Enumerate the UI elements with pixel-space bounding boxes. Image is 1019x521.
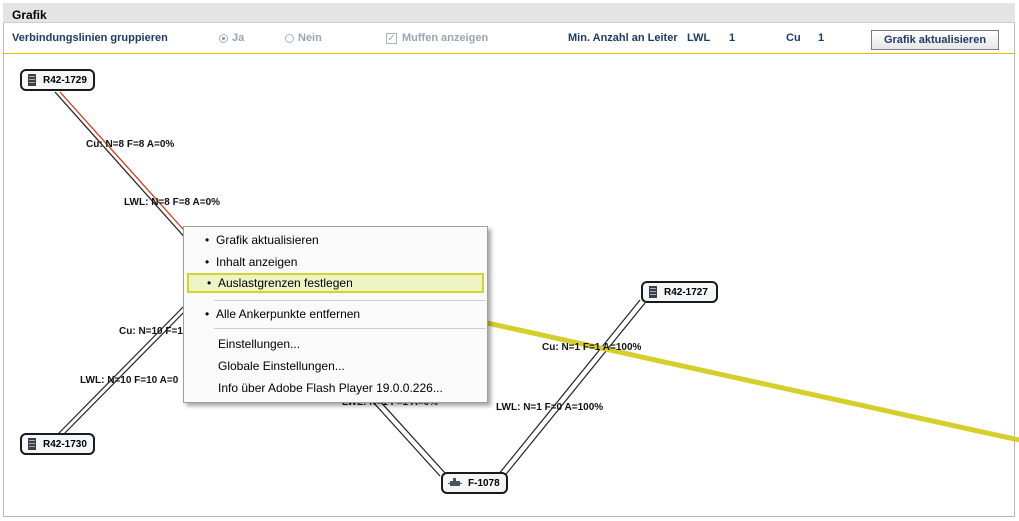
menu-item-refresh-graph[interactable]: • Grafik aktualisieren (184, 230, 487, 250)
edge-r1730[interactable] (57, 299, 195, 437)
node-label: R42-1729 (43, 74, 87, 86)
graph-canvas (54, 91, 1019, 479)
menu-separator (214, 300, 486, 301)
menu-item-global-settings[interactable]: Globale Einstellungen... (184, 356, 487, 376)
menu-separator (214, 328, 486, 329)
menu-item-show-content[interactable]: • Inhalt anzeigen (184, 252, 487, 272)
edge-f1078-left[interactable] (372, 398, 446, 477)
edge-label-cu-1729: Cu: N=8 F=8 A=0% (86, 139, 175, 150)
rack-icon (27, 438, 37, 450)
node-label: F-1078 (468, 477, 500, 489)
edge-r1727[interactable] (497, 299, 646, 479)
edge-label-cu-1727: Cu: N=1 F=1 A=100% (542, 342, 642, 353)
splice-closure-icon (448, 477, 462, 489)
edge-r1729[interactable] (54, 91, 201, 251)
menu-item-settings[interactable]: Einstellungen... (184, 334, 487, 354)
context-menu: • Grafik aktualisieren • Inhalt anzeigen •… (183, 226, 488, 403)
menu-item-remove-anchors[interactable]: • Alle Ankerpunkte entfernen (184, 304, 487, 324)
menu-item-set-load-limits[interactable]: • Auslastgrenzen festlegen (187, 273, 484, 293)
node-label: R42-1727 (664, 286, 708, 298)
annotation-arrow-line (409, 303, 1019, 443)
rack-icon (648, 286, 658, 298)
menu-item-flash-info[interactable]: Info über Adobe Flash Player 19.0.0.226.… (184, 378, 487, 398)
node-r42-1727[interactable]: R42-1727 (641, 281, 718, 303)
edge-label-lwl-1727: LWL: N=1 F=0 A=100% (496, 402, 604, 413)
rack-icon (27, 74, 37, 86)
node-f-1078[interactable]: F-1078 (441, 472, 508, 494)
node-r42-1729[interactable]: R42-1729 (20, 69, 95, 91)
node-r42-1730[interactable]: R42-1730 (20, 433, 95, 455)
node-label: R42-1730 (43, 438, 87, 450)
edge-label-lwl-1730: LWL: N=10 F=10 A=0 (80, 375, 179, 386)
edge-label-cu-1730: Cu: N=10 F=1 (119, 326, 183, 337)
edge-label-lwl-1729: LWL: N=8 F=8 A=0% (124, 197, 221, 208)
